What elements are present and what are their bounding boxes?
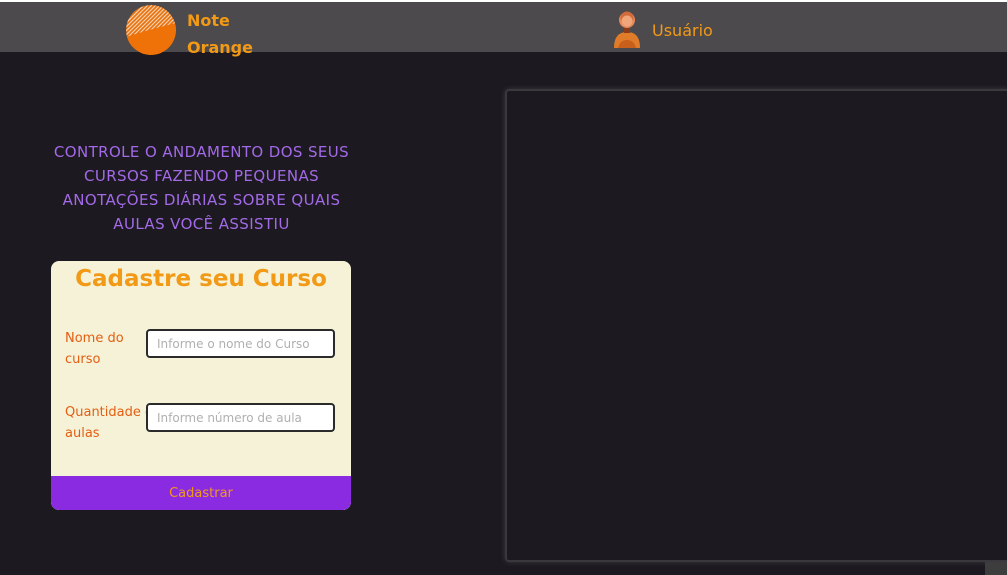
brand-line-1: Note [187, 11, 230, 30]
brand-name[interactable]: Note Orange [187, 7, 253, 61]
lessons-count-input[interactable] [146, 403, 335, 432]
user-avatar-icon[interactable] [612, 10, 642, 50]
user-menu-label[interactable]: Usuário [652, 20, 713, 42]
brand-line-2: Orange [187, 38, 253, 57]
register-button[interactable]: Cadastrar [51, 476, 351, 510]
tagline: CONTROLE O ANDAMENTO DOS SEUS CURSOS FAZ… [53, 143, 350, 233]
top-header: Note Orange Usuário [0, 2, 1007, 57]
note-orange-logo-icon[interactable] [126, 5, 176, 55]
scrollbar-corner [985, 562, 1007, 575]
form-title: Cadastre seu Curso [75, 266, 327, 292]
course-register-card: Cadastre seu Curso Nome do curso Quantid… [51, 261, 351, 510]
courses-panel [505, 89, 1007, 562]
course-name-input[interactable] [146, 329, 335, 358]
